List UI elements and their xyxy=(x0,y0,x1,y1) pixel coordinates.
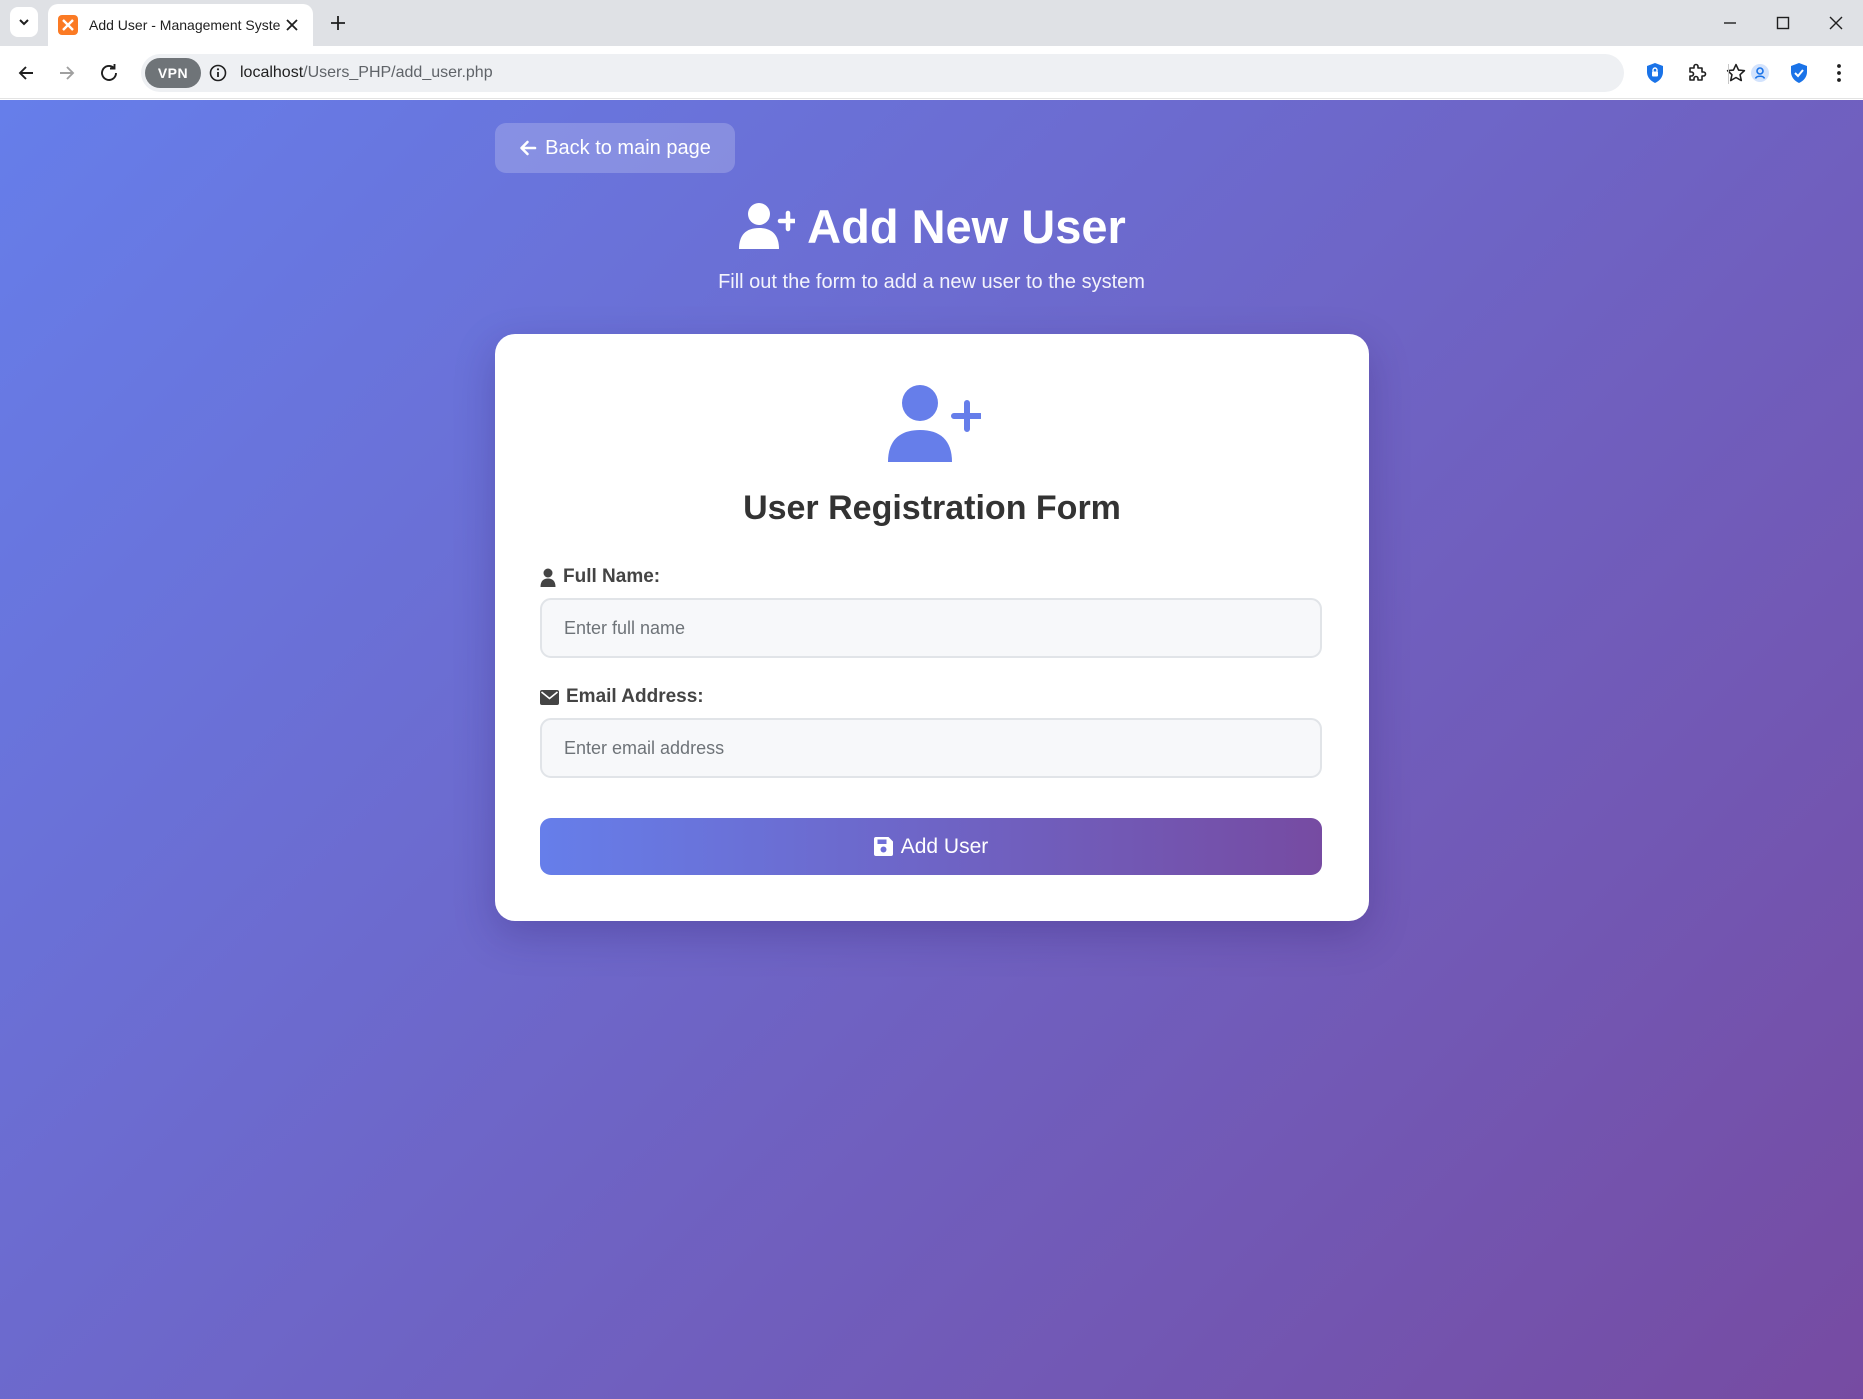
envelope-icon xyxy=(540,689,559,705)
tab-title: Add User - Management System xyxy=(89,17,281,33)
profile-button[interactable] xyxy=(1747,60,1773,86)
profile-icon xyxy=(1751,64,1769,82)
full-name-label: Full Name: xyxy=(540,566,660,588)
page-title: Add New User xyxy=(0,195,1863,257)
add-user-label: Add User xyxy=(900,834,989,858)
browser-menu-button[interactable] xyxy=(1826,60,1852,86)
puzzle-icon xyxy=(1689,63,1707,81)
extension-shield-lock-button[interactable] xyxy=(1642,60,1668,86)
shield-check-icon xyxy=(1791,63,1807,83)
security-extension-button[interactable] xyxy=(1786,60,1812,86)
close-tab-icon[interactable] xyxy=(281,14,303,36)
forward-nav-button[interactable] xyxy=(52,58,82,88)
user-plus-icon xyxy=(739,203,796,249)
email-label-text: Email Address: xyxy=(566,686,704,707)
browser-toolbar: VPN localhost/Users_PHP/add_user.php xyxy=(0,46,1863,99)
address-bar[interactable]: VPN localhost/Users_PHP/add_user.php xyxy=(141,54,1746,92)
registration-card: User Registration Form Full Name: Email … xyxy=(495,334,1369,921)
user-icon xyxy=(540,568,556,587)
add-user-button[interactable]: Add User xyxy=(540,818,1322,875)
plus-icon xyxy=(331,16,345,30)
browser-tab-active[interactable]: Add User - Management System xyxy=(48,4,313,46)
full-name-label-text: Full Name: xyxy=(563,566,661,587)
back-nav-button[interactable] xyxy=(11,58,41,88)
page-header: Add New User Fill out the form to add a … xyxy=(0,195,1863,294)
user-plus-icon xyxy=(888,385,981,462)
maximize-icon xyxy=(1776,16,1790,30)
page-viewport: Back to main page Add New User Fill out … xyxy=(0,100,1863,1399)
new-tab-button[interactable] xyxy=(325,10,351,36)
page-subtitle: Fill out the form to add a new user to t… xyxy=(718,271,1145,293)
url-text[interactable]: localhost/Users_PHP/add_user.php xyxy=(240,64,493,82)
site-info-icon[interactable] xyxy=(209,64,227,82)
shield-lock-icon xyxy=(1647,63,1663,83)
minimize-button[interactable] xyxy=(1710,8,1750,38)
close-icon xyxy=(1829,16,1843,30)
save-icon xyxy=(873,837,893,856)
browser-tabstrip: Add User - Management System xyxy=(0,0,1863,46)
url-host: localhost xyxy=(240,64,304,81)
tab-list-button[interactable] xyxy=(10,7,38,37)
form-heading: User Registration Form xyxy=(743,489,1121,527)
vpn-badge[interactable]: VPN xyxy=(145,58,201,88)
arrow-left-icon xyxy=(520,140,537,156)
chevron-down-icon xyxy=(19,19,29,26)
arrow-right-icon xyxy=(60,66,75,80)
kebab-menu-icon xyxy=(1837,64,1841,82)
close-window-button[interactable] xyxy=(1816,8,1856,38)
email-input[interactable] xyxy=(540,718,1322,778)
toolbar-separator xyxy=(1728,64,1729,84)
extensions-button[interactable] xyxy=(1684,60,1710,86)
back-to-main-button[interactable]: Back to main page xyxy=(495,123,735,173)
page-title-text: Add New User xyxy=(807,199,1126,253)
maximize-button[interactable] xyxy=(1763,8,1803,38)
reload-icon xyxy=(101,64,117,81)
url-path: /Users_PHP/add_user.php xyxy=(303,64,493,81)
full-name-input[interactable] xyxy=(540,598,1322,658)
reload-button[interactable] xyxy=(94,58,124,88)
xampp-favicon-icon xyxy=(58,15,78,35)
email-label: Email Address: xyxy=(540,686,704,708)
arrow-left-icon xyxy=(18,66,33,80)
minimize-icon xyxy=(1724,22,1736,24)
back-to-main-label: Back to main page xyxy=(545,136,711,159)
